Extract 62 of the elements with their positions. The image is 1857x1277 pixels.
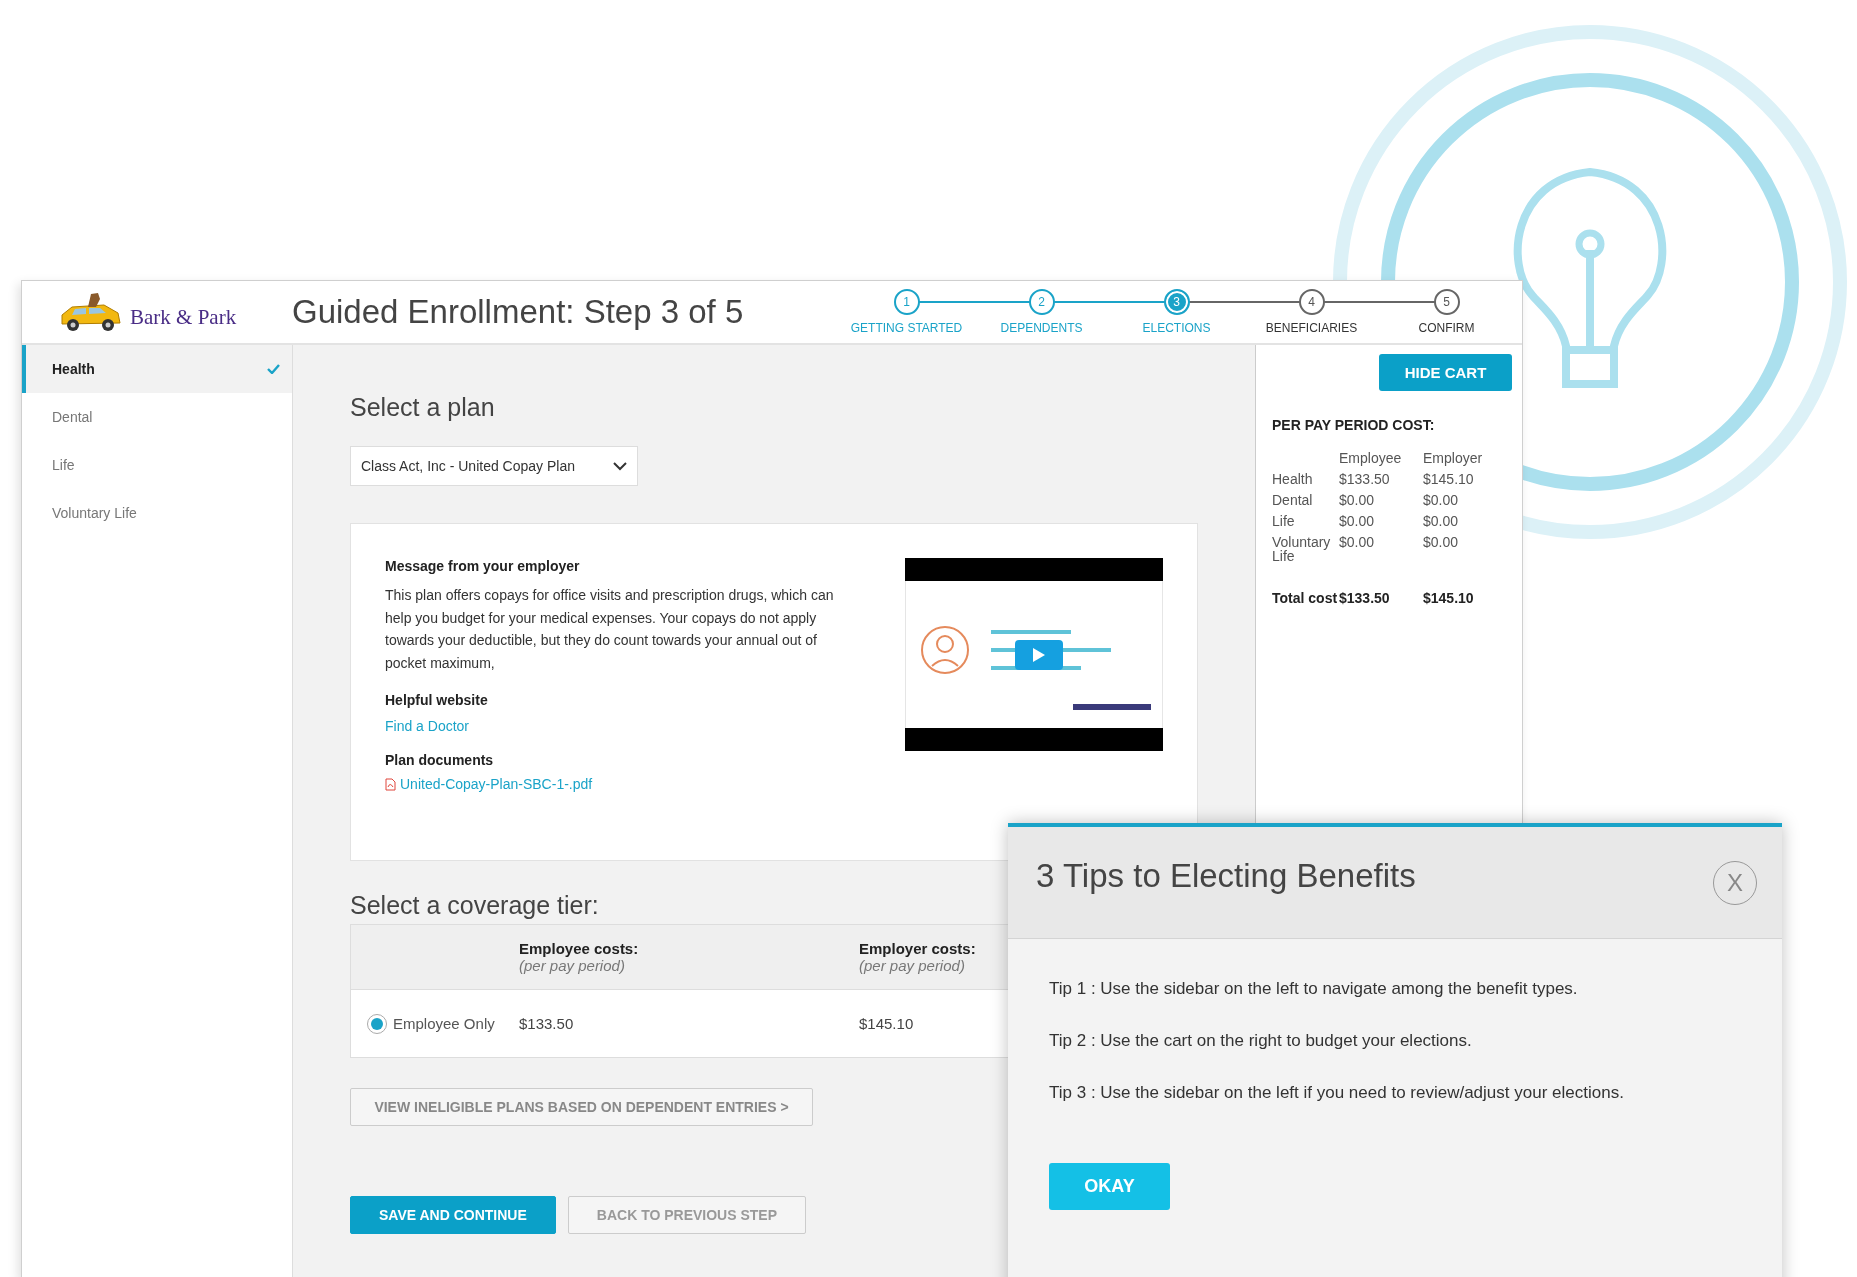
back-button[interactable]: BACK TO PREVIOUS STEP: [567, 1196, 806, 1234]
row-label: Health: [1272, 472, 1314, 486]
message-heading: Message from your employer: [385, 558, 581, 574]
table-cell-text: $0.00: [1339, 535, 1376, 552]
sidebar-item[interactable]: Health: [22, 345, 292, 393]
step-label: DEPENDENTS: [1000, 321, 1083, 335]
tip-text: Tip 2 : Use the cart on the right to budget your elections.: [1049, 1031, 1473, 1051]
plan-dropdown[interactable]: Class Act, Inc - United Copay Plan: [350, 446, 638, 486]
play-button[interactable]: [1015, 640, 1063, 670]
table-cell-text: $145.10: [859, 1015, 915, 1032]
website-heading: Helpful website: [385, 692, 489, 708]
step-label: GETTING STARTED: [850, 321, 963, 335]
sidebar-item[interactable]: Life: [22, 441, 292, 489]
hide-cart-button[interactable]: HIDE CART: [1379, 354, 1512, 391]
chevron-down-icon: [613, 461, 627, 471]
table-cell-text: $0.00: [1339, 514, 1376, 528]
tip-text: Tip 3 : Use the sidebar on the left if you need to review/adjust your elections.: [1049, 1083, 1625, 1103]
cart-heading: PER PAY PERIOD COST:: [1272, 417, 1436, 433]
column-header: Employee: [1339, 451, 1403, 465]
column-header: Employer: [1423, 451, 1484, 465]
row-label: Life: [1272, 514, 1296, 528]
find-doctor-link[interactable]: Find a Doctor: [385, 718, 470, 734]
table-cell-text: $133.50: [1339, 591, 1391, 605]
documents-heading: Plan documents: [385, 752, 495, 768]
row-label: Dental: [1272, 493, 1314, 507]
pdf-icon: [385, 777, 396, 791]
play-icon: [1032, 647, 1046, 663]
document-link[interactable]: United-Copay-Plan-SBC-1-.pdf: [400, 776, 593, 792]
column-header: Employer costs: (per pay period): [859, 940, 977, 974]
page-title: Guided Enrollment: Step 3 of 5: [292, 293, 744, 331]
row-label: Voluntary Life: [1272, 535, 1332, 563]
table-cell-text: $0.00: [1423, 535, 1460, 552]
step-label: CONFIRM: [1418, 321, 1475, 335]
table-cell-text: $133.50: [1339, 472, 1391, 486]
tier-radio[interactable]: Employee Only: [351, 1013, 519, 1034]
section-heading: Select a plan: [350, 393, 496, 422]
table-cell-text: $145.10: [1423, 472, 1475, 486]
step-indicator: 2: [1028, 289, 1055, 315]
taxi-icon: [58, 291, 124, 333]
table-cell-text: $145.10: [1423, 591, 1475, 605]
logo-text: Bark & Park: [130, 304, 237, 330]
ineligible-plans-button[interactable]: VIEW INELIGIBLE PLANS BASED ON DEPENDENT ENTRIES >: [350, 1088, 813, 1126]
row-label: Total cost: [1272, 591, 1339, 605]
okay-button[interactable]: OKAY: [1049, 1163, 1170, 1210]
table-cell-text: $0.00: [1423, 493, 1460, 507]
step-label: ELECTIONS: [1142, 321, 1211, 335]
step-indicator: 5: [1433, 289, 1460, 315]
table-cell-text: $0.00: [1423, 514, 1460, 528]
sidebar-item[interactable]: Voluntary Life: [22, 489, 292, 537]
sidebar-item[interactable]: Dental: [22, 393, 292, 441]
step-indicator: 1: [893, 289, 920, 315]
step-label: BENEFICIARIES: [1265, 321, 1358, 335]
step-indicator: 3: [1163, 289, 1190, 315]
dialog-title: 3 Tips to Electing Benefits: [1036, 856, 1416, 895]
tip-text: Tip 1 : Use the sidebar on the left to navigate among the benefit types.: [1049, 979, 1579, 999]
message-text: This plan offers copays for office visits and prescription drugs, which can help you budget for your medical expenses. Your copays do not apply towards your deductible, but they do count towards your annual out of pocket maximum,: [385, 586, 835, 673]
step-indicator: 4: [1298, 289, 1325, 315]
section-heading: Select a coverage tier:: [350, 891, 600, 920]
column-header: Employee costs: (per pay period): [519, 940, 640, 974]
table-cell-text: $133.50: [519, 1015, 575, 1032]
save-button[interactable]: SAVE AND CONTINUE: [350, 1196, 556, 1234]
table-cell-text: $0.00: [1339, 493, 1376, 507]
